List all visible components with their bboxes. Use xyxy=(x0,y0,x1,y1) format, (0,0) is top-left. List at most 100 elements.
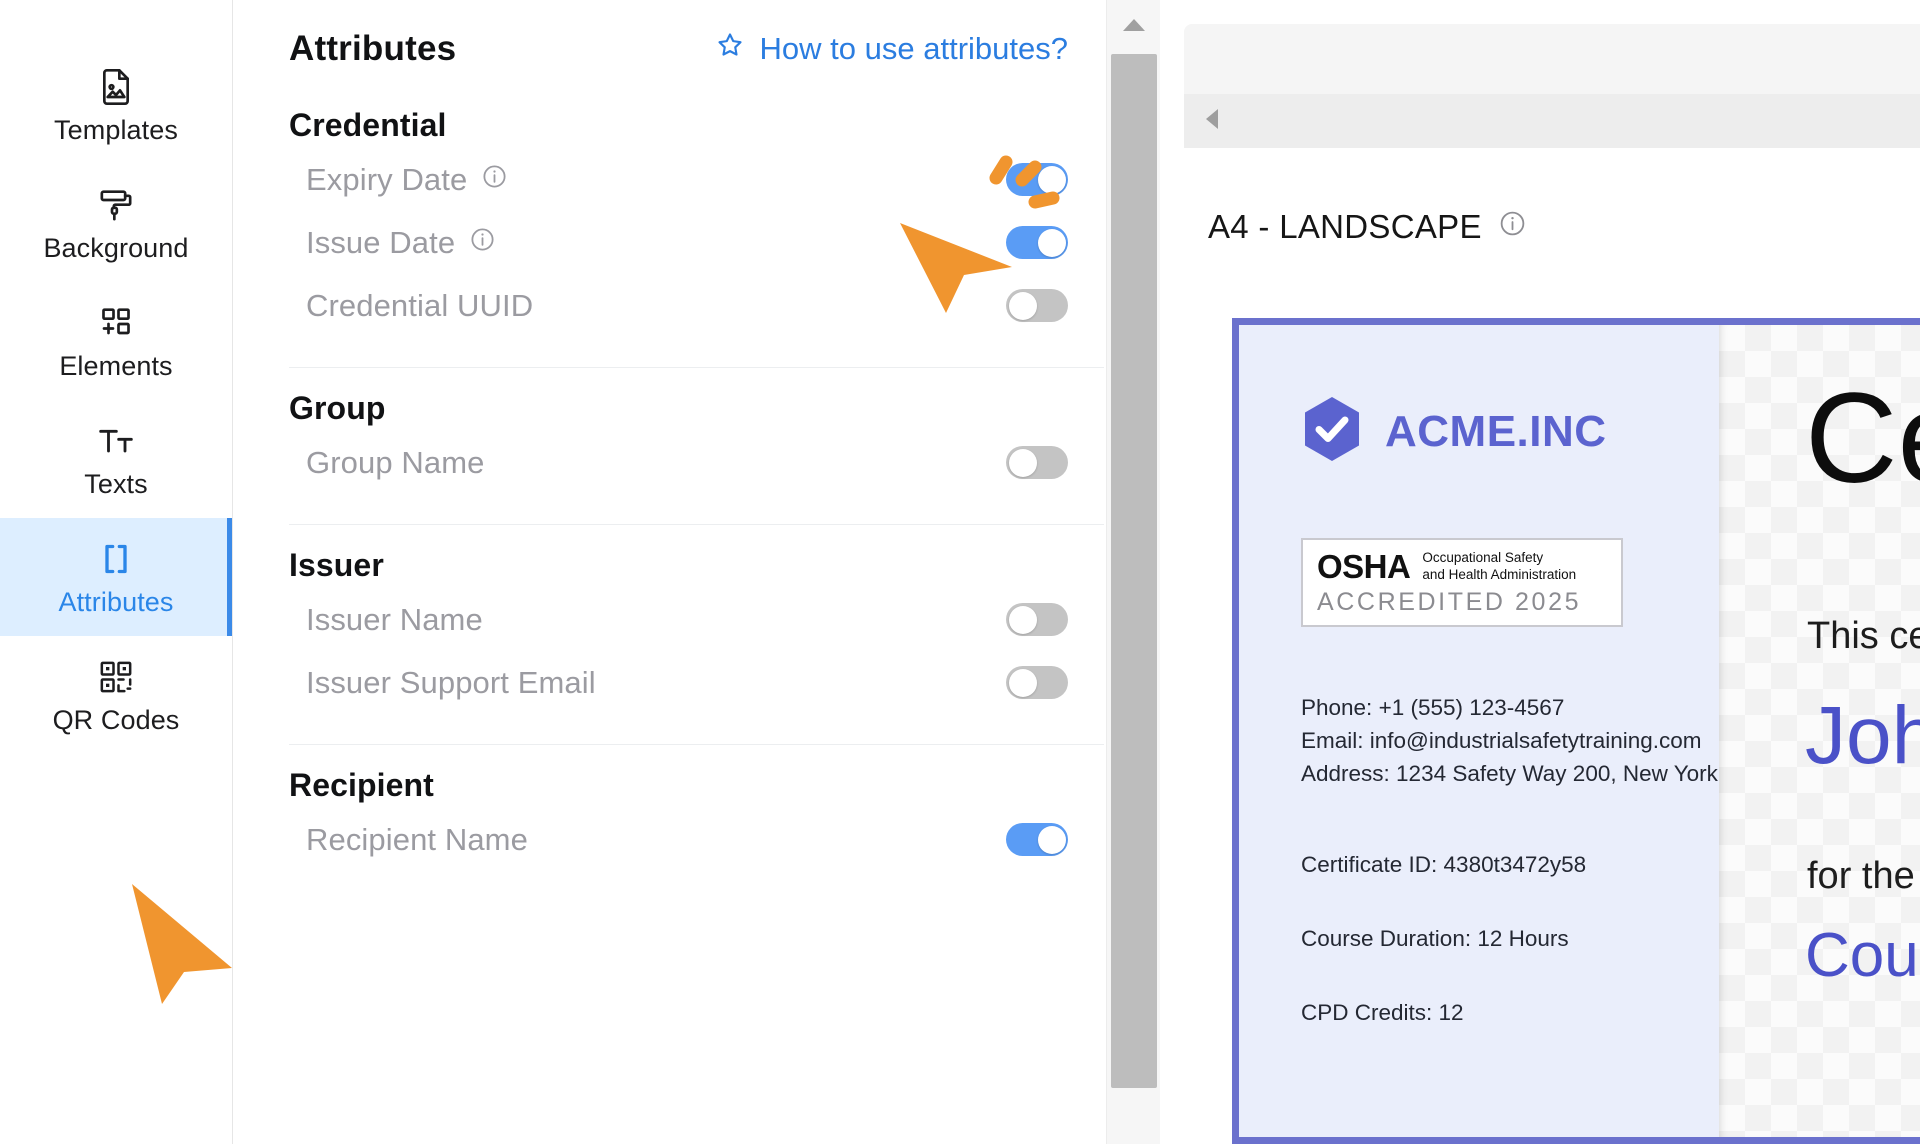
sidebar-item-label: Attributes xyxy=(58,587,174,617)
osha-wordmark: OSHA xyxy=(1317,548,1411,585)
page-format-label: A4 - LANDSCAPE xyxy=(1208,208,1527,246)
certificate-preview[interactable]: ACME.INC OSHA Occupational Safety and He… xyxy=(1232,318,1920,1144)
attribute-label: Recipient Name xyxy=(306,822,528,858)
toggle-knob xyxy=(1037,165,1066,194)
attribute-row-issuer-support-email[interactable]: Issuer Support Email xyxy=(289,651,1104,714)
triangle-up-icon xyxy=(1121,16,1147,39)
osha-accredited-year: ACCREDITED 2025 xyxy=(1317,588,1582,616)
qr-code-icon xyxy=(95,656,137,698)
sidebar-item-background[interactable]: Background xyxy=(0,164,232,282)
check-hexagon-icon xyxy=(1301,395,1363,468)
attribute-row-group-name[interactable]: Group Name xyxy=(289,431,1104,494)
panel-vertical-scrollbar[interactable] xyxy=(1106,0,1160,1144)
info-icon[interactable] xyxy=(1498,208,1527,246)
certificate-course-name: Course Name xyxy=(1805,921,1920,990)
certificate-brand-name: ACME.INC xyxy=(1385,406,1607,456)
attribute-row-credential-uuid[interactable]: Credential UUID xyxy=(289,274,1104,337)
text-size-icon xyxy=(95,420,137,462)
paint-roller-icon xyxy=(95,184,137,226)
left-toolbar: Templates Background Elements Texts Attr… xyxy=(0,0,233,1144)
certificate-sidebar: ACME.INC OSHA Occupational Safety and He… xyxy=(1239,325,1719,1137)
canvas-area: A4 - LANDSCAPE ACME.INC OSHA Occupationa… xyxy=(1160,0,1920,1144)
attribute-name: Credential UUID xyxy=(306,287,534,323)
attribute-row-recipient-name[interactable]: Recipient Name xyxy=(289,808,1104,871)
osha-badge-top: OSHA Occupational Safety and Health Admi… xyxy=(1317,550,1607,583)
attribute-label: Issue Date xyxy=(306,225,496,261)
info-icon[interactable] xyxy=(469,225,496,261)
certificate-id: Certificate ID: 4380t3472y58 xyxy=(1301,852,1587,878)
how-to-use-attributes-link[interactable]: How to use attributes? xyxy=(715,30,1068,68)
toggle-knob xyxy=(1037,825,1066,854)
attribute-row-issuer-name[interactable]: Issuer Name xyxy=(289,588,1104,651)
sidebar-item-label: Templates xyxy=(54,115,178,145)
toggle-recipient-name[interactable] xyxy=(1006,823,1068,856)
sidebar-item-label: QR Codes xyxy=(52,705,180,735)
sidebar-item-texts[interactable]: Texts xyxy=(0,400,232,518)
osha-accreditation-badge: OSHA Occupational Safety and Health Admi… xyxy=(1301,538,1623,627)
osha-subtitle-line2: and Health Administration xyxy=(1422,566,1577,582)
image-file-icon xyxy=(95,66,137,108)
toggle-issuer-support-email[interactable] xyxy=(1006,666,1068,699)
attributes-panel: Attributes How to use attributes? Creden… xyxy=(233,0,1160,1144)
scrollbar-thumb[interactable] xyxy=(1111,54,1157,1088)
app-root: Templates Background Elements Texts Attr… xyxy=(0,0,1920,1144)
attribute-name: Group Name xyxy=(306,444,485,480)
certificate-recipient-name: John Doe xyxy=(1805,690,1920,781)
certificate-meta-block: Certificate ID: 4380t3472y58 Course Dura… xyxy=(1301,852,1719,1026)
certificate-line-1: This certifies that xyxy=(1807,615,1920,657)
sidebar-item-templates[interactable]: Templates xyxy=(0,46,232,164)
toggle-knob xyxy=(1008,605,1037,634)
contact-address: Address: 1234 Safety Way 200, New York xyxy=(1301,761,1718,787)
osha-subtitle: Occupational Safety and Health Administr… xyxy=(1422,550,1576,583)
sidebar-item-label: Elements xyxy=(59,351,173,381)
toggle-credential-uuid[interactable] xyxy=(1006,289,1068,322)
toggle-issue-date[interactable] xyxy=(1006,226,1068,259)
attribute-name: Recipient Name xyxy=(306,821,528,857)
group-title-issuer: Issuer xyxy=(289,547,384,583)
certificate-heading: Certificate xyxy=(1805,367,1920,510)
scroll-left-button[interactable] xyxy=(1184,94,1238,148)
attributes-panel-header: Attributes How to use attributes? xyxy=(289,0,1104,98)
attribute-label: Issuer Name xyxy=(306,602,483,638)
certificate-contact-block: Phone: +1 (555) 123-4567 Email: info@ind… xyxy=(1301,691,1719,791)
contact-phone: Phone: +1 (555) 123-4567 xyxy=(1301,694,1565,720)
toggle-expiry-date[interactable] xyxy=(1006,163,1068,196)
attribute-label: Credential UUID xyxy=(306,288,533,324)
brackets-icon xyxy=(95,538,137,580)
group-title-recipient: Recipient xyxy=(289,767,434,803)
sidebar-item-attributes[interactable]: Attributes xyxy=(0,518,232,636)
attribute-name: Issuer Support Email xyxy=(306,664,596,700)
toggle-issuer-name[interactable] xyxy=(1006,603,1068,636)
section-divider xyxy=(289,524,1104,525)
sidebar-item-qr-codes[interactable]: QR Codes xyxy=(0,636,232,754)
section-divider xyxy=(289,744,1104,745)
osha-subtitle-line1: Occupational Safety xyxy=(1422,550,1544,566)
attribute-label: Issuer Support Email xyxy=(306,665,596,701)
certificate-brand: ACME.INC xyxy=(1301,395,1719,468)
certificate-line-2: for the completion of xyxy=(1807,855,1920,897)
section-divider xyxy=(289,367,1104,368)
triangle-left-icon xyxy=(1202,106,1220,137)
info-icon[interactable] xyxy=(481,162,508,198)
how-to-use-attributes-label: How to use attributes? xyxy=(759,31,1068,66)
scroll-up-button[interactable] xyxy=(1107,0,1160,54)
attribute-name: Issue Date xyxy=(306,224,456,260)
attribute-row-issue-date[interactable]: Issue Date xyxy=(289,211,1104,274)
sidebar-item-elements[interactable]: Elements xyxy=(0,282,232,400)
sidebar-item-label: Background xyxy=(43,233,189,263)
certificate-body: Certificate This certifies that John Doe… xyxy=(1719,325,1920,1137)
attribute-name: Expiry Date xyxy=(306,161,468,197)
attribute-row-expiry-date[interactable]: Expiry Date xyxy=(289,148,1104,211)
course-duration: Course Duration: 12 Hours xyxy=(1301,926,1569,952)
star-icon xyxy=(715,30,745,68)
add-elements-icon xyxy=(95,302,137,344)
toggle-group-name[interactable] xyxy=(1006,446,1068,479)
page-title: Attributes xyxy=(289,29,457,68)
toggle-knob xyxy=(1037,228,1066,257)
page-format-text: A4 - LANDSCAPE xyxy=(1208,208,1482,245)
toggle-knob xyxy=(1008,668,1037,697)
cpd-credits: CPD Credits: 12 xyxy=(1301,1000,1464,1026)
attribute-name: Issuer Name xyxy=(306,601,483,637)
group-title-credential: Credential xyxy=(289,107,447,143)
canvas-horizontal-scrollbar[interactable] xyxy=(1184,94,1920,148)
